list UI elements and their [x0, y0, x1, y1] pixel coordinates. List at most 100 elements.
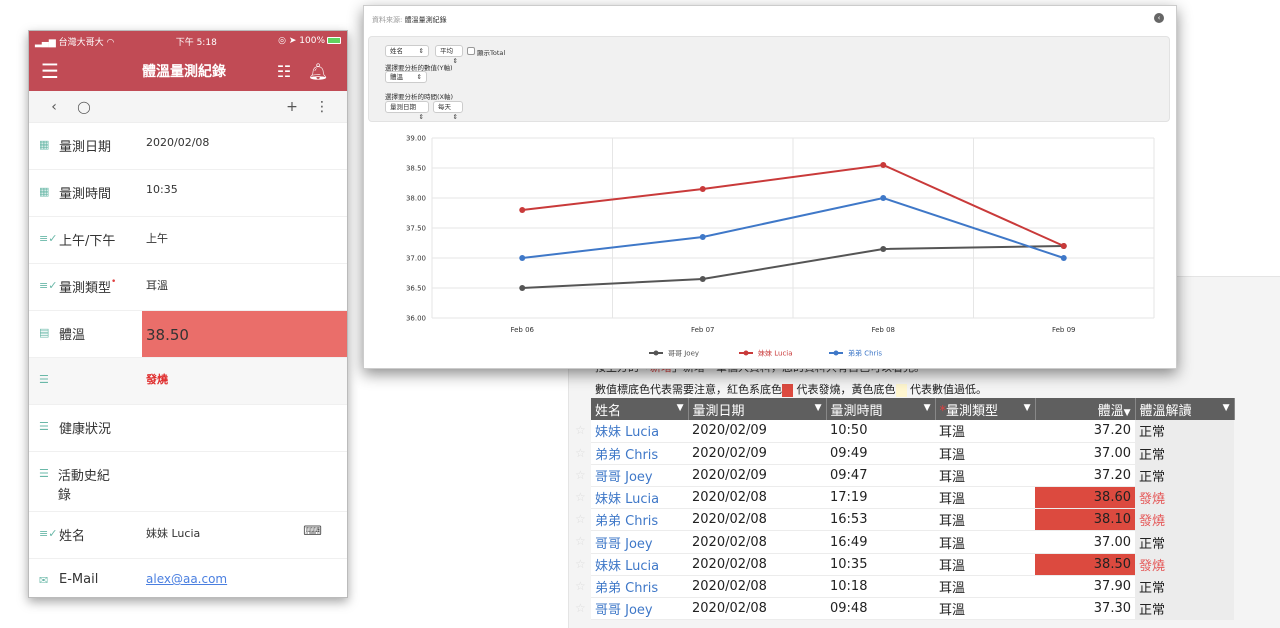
checklist-icon[interactable]: ☷	[267, 62, 301, 81]
record-temperature: 37.90	[1035, 575, 1135, 599]
table-row[interactable]: ☆ 妹妹 Lucia 2020/02/08 17:19 耳溫 38.60 發燒	[575, 486, 1234, 510]
clock: 下午 5:18	[175, 37, 217, 48]
favorite-star-icon[interactable]: ☆	[575, 490, 586, 504]
show-total-label: 顯示Total	[477, 49, 506, 57]
data-point	[699, 234, 706, 240]
favorite-star-icon[interactable]: ☆	[575, 468, 586, 482]
add-icon[interactable]: +	[277, 99, 307, 115]
column-header-time[interactable]: 量測時間 ▼	[826, 398, 936, 420]
record-type: 耳溫	[935, 508, 1035, 532]
select-arrow-icon: ⇕	[418, 113, 424, 121]
record-date: 2020/02/08	[688, 553, 826, 576]
measure-type-value[interactable]: 耳溫	[142, 264, 347, 293]
field-name[interactable]: ≡✓ 姓名 妹妹 Lucia ⌨	[29, 512, 347, 559]
field-measure-type[interactable]: ≡✓ 量測類型 • 耳溫	[29, 264, 347, 311]
record-temperature: 38.50	[1035, 553, 1135, 576]
field-measure-date[interactable]: ▦ 量測日期 2020/02/08	[29, 123, 347, 170]
table-row[interactable]: ☆ 哥哥 Joey 2020/02/08 09:48 耳溫 37.30 正常	[575, 597, 1234, 621]
legend-swatch-marker	[833, 350, 839, 356]
favorite-star-icon[interactable]: ☆	[575, 579, 586, 593]
record-time: 09:49	[826, 442, 935, 465]
field-am-pm[interactable]: ≡✓ 上午/下午 上午	[29, 217, 347, 264]
sort-caret-icon[interactable]: ▼	[924, 403, 931, 413]
email-link[interactable]: alex@aa.com	[146, 572, 227, 586]
records-table: 姓名 ▼ 量測日期 ▼ 量測時間 ▼ *量測類型 ▼ 體溫▼ 體溫解讀 ▼ ☆ 妹妹 Luc…	[575, 398, 1235, 621]
am-pm-value[interactable]: 上午	[142, 217, 347, 246]
record-temperature: 38.60	[1035, 486, 1135, 510]
comment-icon[interactable]: ◯	[69, 100, 99, 114]
record-name-link[interactable]: ☆ 妹妹 Lucia	[575, 420, 688, 443]
hamburger-icon[interactable]: ☰	[41, 59, 71, 83]
record-name-link[interactable]: ☆ 哥哥 Joey	[575, 464, 688, 488]
health-status-value[interactable]	[142, 405, 347, 418]
group-by-select[interactable]: 姓名 ⇕	[385, 45, 429, 57]
bell-icon[interactable]: 🔔︎	[301, 62, 335, 81]
record-name-link[interactable]: ☆ 妹妹 Lucia	[575, 553, 688, 576]
record-name-link[interactable]: ☆ 弟弟 Chris	[575, 442, 688, 465]
table-row[interactable]: ☆ 妹妹 Lucia 2020/02/08 10:35 耳溫 38.50 發燒	[575, 553, 1234, 576]
record-interpretation: 發燒	[1135, 508, 1234, 532]
data-point	[519, 285, 526, 291]
temperature-value[interactable]: 38.50	[142, 311, 347, 357]
record-name-link[interactable]: ☆ 哥哥 Joey	[575, 530, 688, 554]
favorite-star-icon[interactable]: ☆	[575, 601, 586, 615]
more-icon[interactable]: ⋮	[307, 99, 337, 115]
sort-caret-icon[interactable]: ▼	[1223, 403, 1230, 413]
measure-date-value[interactable]: 2020/02/08	[142, 123, 347, 149]
record-interpretation: 發燒	[1135, 486, 1234, 510]
field-email[interactable]: ✉ E-Mail alex@aa.com	[29, 559, 347, 597]
record-name-link[interactable]: ☆ 哥哥 Joey	[575, 597, 688, 621]
favorite-star-icon[interactable]: ☆	[575, 512, 586, 526]
sort-caret-icon[interactable]: ▼	[1124, 408, 1131, 418]
aggregate-select[interactable]: 平均 ⇕	[435, 45, 463, 65]
record-name-link[interactable]: ☆ 弟弟 Chris	[575, 508, 688, 532]
back-icon[interactable]: ‹	[39, 99, 69, 115]
record-date: 2020/02/08	[688, 575, 826, 599]
field-temperature[interactable]: ▤ 體溫 38.50	[29, 311, 347, 358]
activity-history-value[interactable]	[119, 452, 347, 465]
table-row[interactable]: ☆ 弟弟 Chris 2020/02/08 10:18 耳溫 37.90 正常	[575, 575, 1234, 599]
record-date: 2020/02/08	[688, 508, 826, 532]
column-header-temp[interactable]: 體溫▼	[1035, 398, 1136, 420]
y-tick-label: 38.00	[406, 195, 426, 203]
column-header-date[interactable]: 量測日期 ▼	[688, 398, 827, 420]
favorite-star-icon[interactable]: ☆	[575, 423, 586, 437]
text-lines-icon: ☰	[39, 373, 49, 386]
field-activity-history[interactable]: ☰ 活動史紀錄	[29, 452, 347, 512]
table-row[interactable]: ☆ 哥哥 Joey 2020/02/09 09:47 耳溫 37.20 正常	[575, 464, 1234, 488]
favorite-star-icon[interactable]: ☆	[575, 534, 586, 548]
show-total-checkbox[interactable]	[467, 47, 475, 55]
x-axis-label: 選擇要分析的時間(X軸)	[385, 93, 454, 101]
calculator-icon: ▤	[39, 326, 50, 339]
sort-caret-icon[interactable]: ▼	[677, 403, 684, 413]
x-axis-interval-select[interactable]: 每天 ⇕	[433, 101, 463, 121]
table-row[interactable]: ☆ 哥哥 Joey 2020/02/08 16:49 耳溫 37.00 正常	[575, 530, 1234, 554]
favorite-star-icon[interactable]: ☆	[575, 557, 586, 571]
keyboard-icon[interactable]: ⌨	[303, 524, 322, 539]
record-name-link[interactable]: ☆ 妹妹 Lucia	[575, 486, 688, 510]
fever-color-swatch	[782, 383, 793, 397]
table-row[interactable]: ☆ 弟弟 Chris 2020/02/09 09:49 耳溫 37.00 正常	[575, 442, 1234, 465]
x-axis-field-select[interactable]: 量測日期 ⇕	[385, 101, 429, 121]
field-health-status[interactable]: ☰ 健康狀況	[29, 405, 347, 452]
favorite-star-icon[interactable]: ☆	[575, 446, 586, 460]
select-list-icon: ≡✓	[39, 232, 58, 245]
location-icon: ◎ ➤	[278, 36, 300, 46]
close-icon[interactable]: ‹	[1154, 13, 1164, 23]
record-name-link[interactable]: ☆ 弟弟 Chris	[575, 575, 688, 599]
table-row[interactable]: ☆ 妹妹 Lucia 2020/02/09 10:50 耳溫 37.20 正常	[575, 420, 1234, 443]
data-point	[519, 207, 526, 213]
table-row[interactable]: ☆ 弟弟 Chris 2020/02/08 16:53 耳溫 38.10 發燒	[575, 508, 1234, 532]
field-measure-time[interactable]: ▦ 量測時間 10:35	[29, 170, 347, 217]
sort-caret-icon[interactable]: ▼	[815, 403, 822, 413]
y-axis-select[interactable]: 體溫 ⇕	[385, 71, 427, 83]
column-header-name[interactable]: 姓名 ▼	[591, 398, 689, 420]
record-time: 16:53	[826, 508, 935, 532]
measure-time-value[interactable]: 10:35	[142, 170, 347, 196]
column-header-interpretation[interactable]: 體溫解讀 ▼	[1135, 398, 1235, 420]
record-interpretation: 正常	[1135, 530, 1234, 554]
sort-caret-icon[interactable]: ▼	[1024, 403, 1031, 413]
record-type: 耳溫	[935, 420, 1035, 443]
record-date: 2020/02/09	[688, 464, 826, 488]
column-header-type[interactable]: *量測類型 ▼	[935, 398, 1036, 420]
